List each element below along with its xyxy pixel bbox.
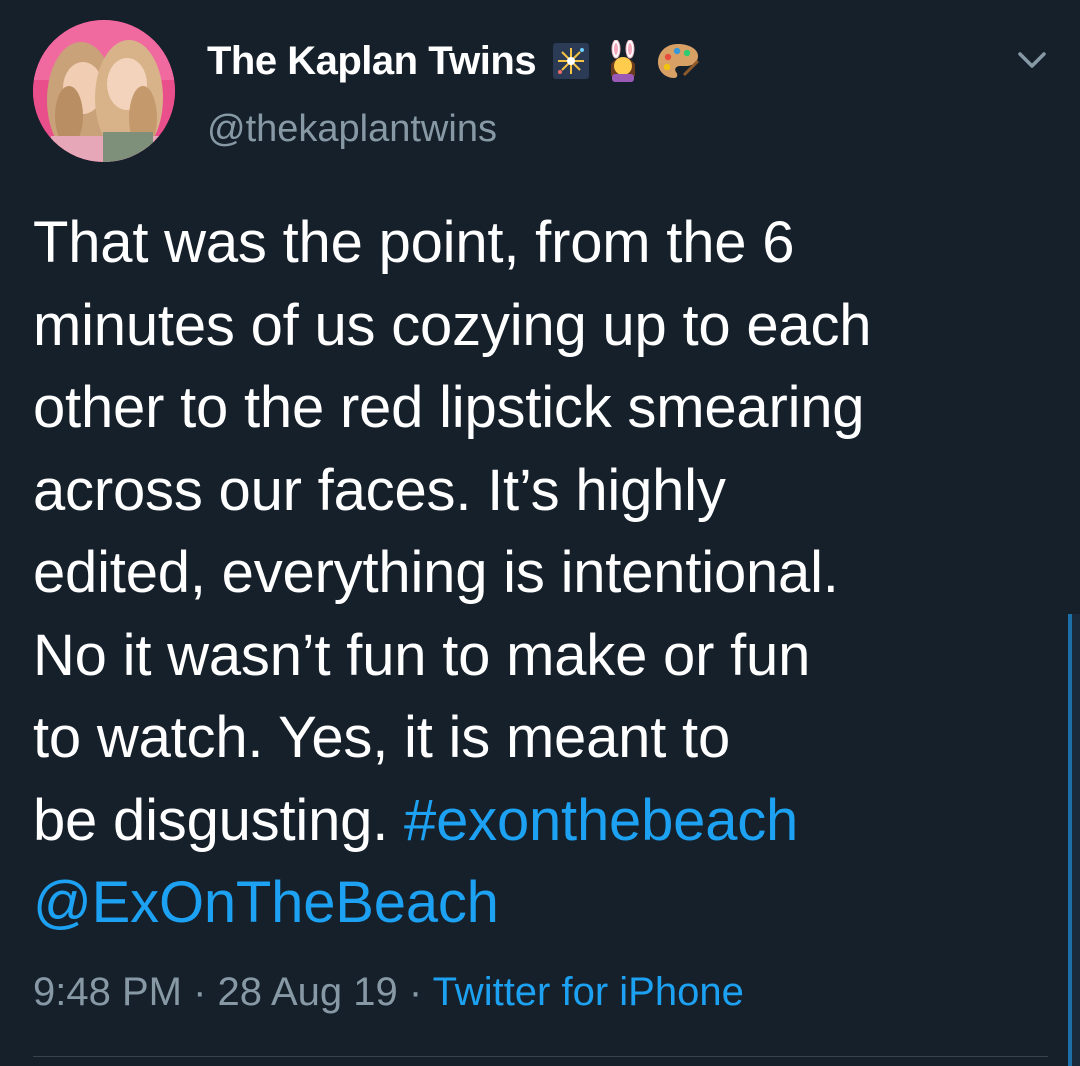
divider xyxy=(33,1056,1048,1057)
tweet-text-line: to watch. Yes, it is meant to xyxy=(33,705,731,770)
tweet-time[interactable]: 9:48 PM xyxy=(33,970,182,1014)
fireworks-icon xyxy=(552,42,590,80)
tweet-text-line: That was the point, from the 6 xyxy=(33,210,795,275)
tweet-text: That was the point, from the 6 minutes o… xyxy=(33,202,1033,945)
tweet-text-line-last: be disgusting. #exonthebeach xyxy=(33,780,1033,863)
bunny-ears-woman-icon xyxy=(606,40,640,82)
tweet-text-segment: be disgusting. xyxy=(33,787,405,853)
mention-link[interactable]: @ExOnTheBeach xyxy=(33,870,499,935)
tweet-detail-view: The Kaplan Twins @thekaplantwins That wa… xyxy=(0,0,1080,1066)
meta-separator: · xyxy=(408,970,423,1014)
tweet-text-line-mention: @ExOnTheBeach xyxy=(33,862,1033,945)
tweet-text-line: No it wasn’t fun to make or fun xyxy=(33,622,811,688)
meta-separator: · xyxy=(193,970,207,1014)
user-handle[interactable]: @thekaplantwins xyxy=(207,108,497,151)
tweet-source-link[interactable]: Twitter for iPhone xyxy=(433,970,744,1014)
chevron-down-icon[interactable] xyxy=(1014,48,1050,72)
hashtag-link[interactable]: #exonthebeach xyxy=(404,788,798,853)
tweet-metadata: 9:48 PM · 28 Aug 19 · Twitter for iPhone xyxy=(33,970,744,1015)
tweet-text-line: edited, everything is intentional. xyxy=(33,540,839,605)
scrollbar-thumb[interactable] xyxy=(1068,614,1072,1066)
artist-palette-icon xyxy=(656,41,700,81)
display-name[interactable]: The Kaplan Twins xyxy=(207,39,537,84)
tweet-text-line: across our faces. It’s highly xyxy=(33,457,726,523)
avatar[interactable] xyxy=(33,20,175,162)
tweet-date[interactable]: 28 Aug 19 xyxy=(218,970,398,1014)
tweet-text-line: minutes of us cozying up to each xyxy=(33,292,872,358)
avatar-image xyxy=(33,20,175,162)
display-name-row[interactable]: The Kaplan Twins xyxy=(207,36,700,86)
tweet-text-line: other to the red lipstick smearing xyxy=(33,375,865,440)
